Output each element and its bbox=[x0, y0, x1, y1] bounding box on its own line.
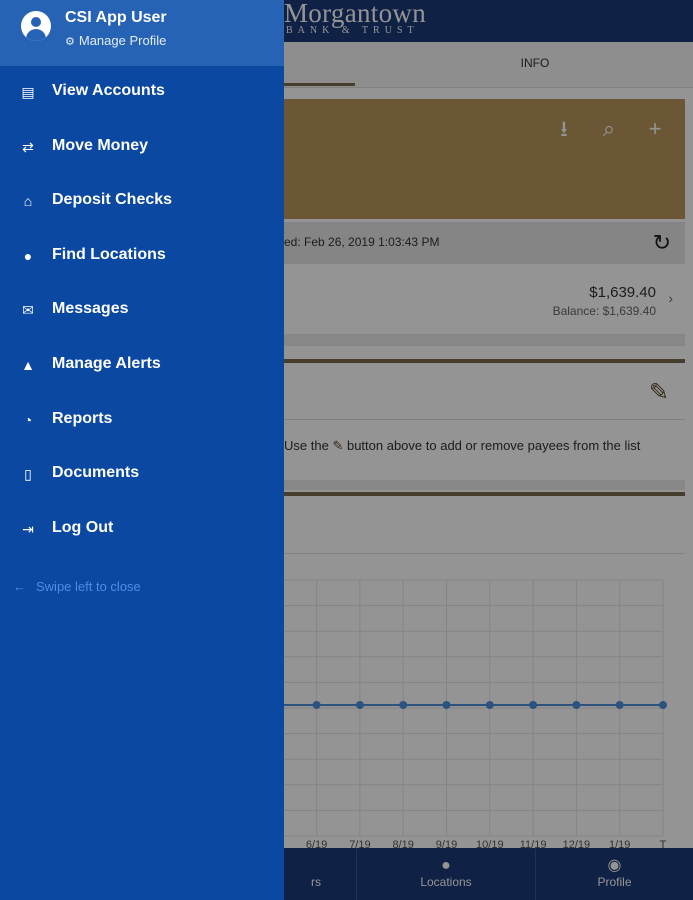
pie-chart-icon: ◔ bbox=[23, 411, 33, 428]
accounts-icon: ▤ bbox=[21, 84, 35, 100]
menu-item-label: Move Money bbox=[52, 136, 149, 154]
menu-item-documents[interactable]: ▯ Documents bbox=[0, 448, 284, 503]
menu-item-label: Messages bbox=[52, 300, 129, 318]
manage-profile-label: Manage Profile bbox=[78, 33, 167, 48]
menu-item-move-money[interactable]: ⇄ Move Money bbox=[0, 121, 284, 176]
menu-item-view-accounts[interactable]: ▤ View Accounts bbox=[0, 66, 284, 121]
bell-icon: ▲ bbox=[21, 356, 35, 373]
transfer-icon: ⇄ bbox=[22, 138, 34, 155]
menu-item-reports[interactable]: ◔ Reports bbox=[0, 394, 284, 449]
drawer-menu: ▤ View Accounts ⇄ Move Money ⌂ Deposit C… bbox=[0, 66, 284, 557]
navigation-drawer: CSI App User ⚙ Manage Profile ▤ View Acco… bbox=[0, 0, 284, 900]
arrow-left-icon: ← bbox=[13, 579, 26, 594]
menu-item-label: Documents bbox=[52, 464, 140, 482]
avatar-icon bbox=[21, 11, 51, 41]
menu-item-log-out[interactable]: ⇥ Log Out bbox=[0, 503, 284, 558]
document-icon: ▯ bbox=[24, 466, 32, 483]
swipe-hint-label: Swipe left to close bbox=[36, 579, 141, 594]
gear-icon: ⚙ bbox=[65, 36, 75, 48]
drawer-header[interactable]: CSI App User ⚙ Manage Profile bbox=[0, 0, 284, 66]
user-name: CSI App User bbox=[65, 9, 167, 26]
menu-item-label: Log Out bbox=[52, 518, 114, 536]
manage-profile-link[interactable]: ⚙ Manage Profile bbox=[65, 33, 166, 48]
menu-item-deposit-checks[interactable]: ⌂ Deposit Checks bbox=[0, 175, 284, 230]
menu-item-messages[interactable]: ✉ Messages bbox=[0, 284, 284, 339]
menu-item-label: Find Locations bbox=[52, 245, 166, 263]
menu-item-label: View Accounts bbox=[52, 82, 165, 99]
menu-item-label: Manage Alerts bbox=[52, 354, 161, 372]
menu-item-label: Reports bbox=[52, 409, 113, 427]
bank-icon: ⌂ bbox=[23, 193, 33, 210]
menu-item-find-locations[interactable]: ● Find Locations bbox=[0, 230, 284, 285]
swipe-hint: ← Swipe left to close bbox=[13, 579, 141, 594]
menu-item-manage-alerts[interactable]: ▲ Manage Alerts bbox=[0, 339, 284, 394]
logout-icon: ⇥ bbox=[22, 520, 34, 537]
envelope-icon: ✉ bbox=[22, 302, 34, 319]
location-pin-icon: ● bbox=[23, 247, 33, 264]
menu-item-label: Deposit Checks bbox=[52, 191, 173, 209]
